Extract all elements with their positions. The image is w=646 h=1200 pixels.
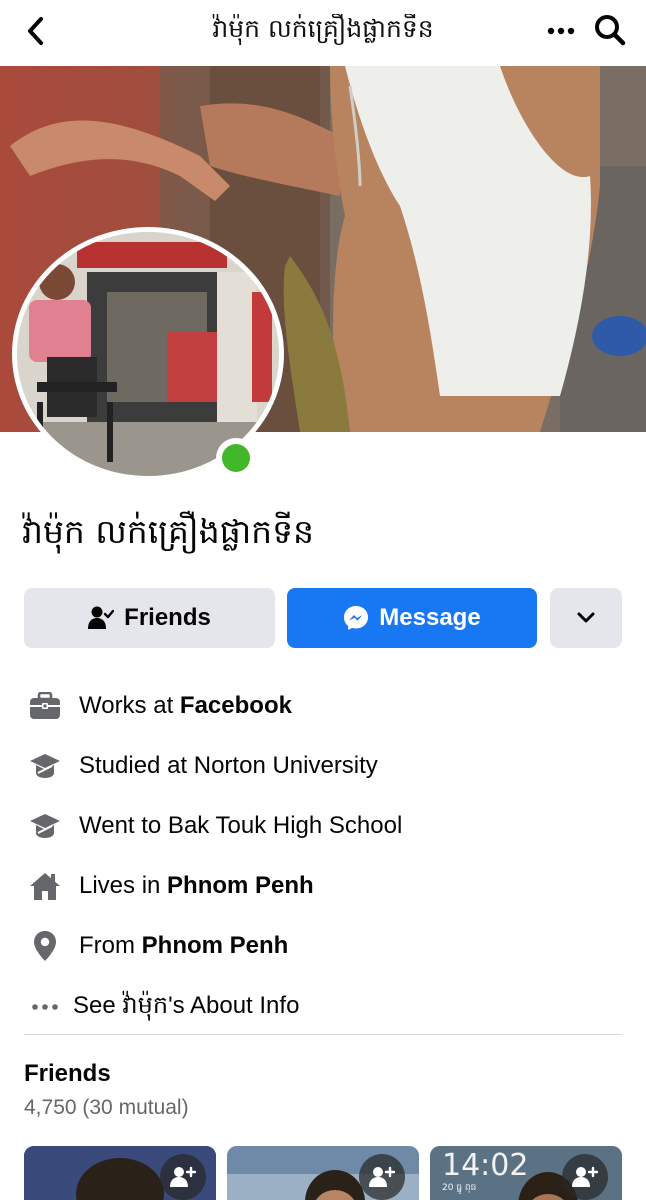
add-friend-icon bbox=[369, 1166, 395, 1187]
more-options-button[interactable] bbox=[546, 16, 576, 46]
friends-button-label: Friends bbox=[124, 604, 211, 631]
graduation-cap-icon bbox=[28, 749, 62, 783]
see-about-info-link[interactable]: See វ៉ាម៉ុក's About Info bbox=[0, 987, 646, 1027]
online-status-indicator bbox=[216, 438, 256, 478]
section-divider bbox=[24, 1034, 622, 1035]
more-horizontal-icon bbox=[28, 990, 62, 1024]
detail-education-university: Studied at Norton University bbox=[0, 746, 646, 786]
detail-education-highschool: Went to Bak Touk High School bbox=[0, 806, 646, 846]
detail-work: Works at Facebook bbox=[0, 686, 646, 726]
top-navigation-bar: វ៉ាម៉ុក លក់គ្រឿងផ្លាកទីន bbox=[0, 0, 646, 66]
lockscreen-date: 20 ធ្នូ ពុធ bbox=[442, 1183, 477, 1193]
back-button[interactable] bbox=[22, 14, 52, 48]
detail-education-highschool-text: Went to Bak Touk High School bbox=[79, 812, 403, 839]
chevron-down-icon bbox=[577, 612, 595, 623]
detail-from-text: From Phnom Penh bbox=[79, 932, 289, 959]
add-friend-button[interactable] bbox=[562, 1154, 608, 1200]
add-friend-icon bbox=[170, 1166, 196, 1187]
detail-lives-in-text: Lives in Phnom Penh bbox=[79, 872, 314, 899]
friends-section-title[interactable]: Friends bbox=[24, 1060, 111, 1088]
message-button[interactable]: Message bbox=[287, 588, 537, 648]
add-friend-icon bbox=[572, 1166, 598, 1187]
friends-count: 4,750 (30 mutual) bbox=[24, 1096, 189, 1119]
profile-name: វ៉ាម៉ុក លក់គ្រឿងផ្លាកទីន bbox=[22, 512, 314, 551]
see-about-info-text: See វ៉ាម៉ុក's About Info bbox=[73, 991, 300, 1019]
briefcase-icon bbox=[28, 689, 62, 723]
friend-check-icon bbox=[88, 606, 115, 630]
detail-work-text: Works at Facebook bbox=[79, 692, 292, 719]
detail-lives-in: Lives in Phnom Penh bbox=[0, 866, 646, 906]
add-friend-button[interactable] bbox=[160, 1154, 206, 1200]
graduation-cap-icon bbox=[28, 809, 62, 843]
friends-button[interactable]: Friends bbox=[24, 588, 275, 648]
detail-from: From Phnom Penh bbox=[0, 926, 646, 966]
message-button-label: Message bbox=[379, 604, 481, 631]
add-friend-button[interactable] bbox=[359, 1154, 405, 1200]
page-title: វ៉ាម៉ុក លក់គ្រឿងផ្លាកទីន bbox=[212, 14, 434, 43]
search-icon bbox=[595, 15, 626, 46]
chevron-left-icon bbox=[28, 17, 43, 45]
lockscreen-time: 14:02 bbox=[442, 1148, 529, 1183]
messenger-icon bbox=[343, 605, 369, 631]
home-icon bbox=[28, 869, 62, 903]
more-actions-button[interactable] bbox=[550, 588, 622, 648]
search-button[interactable] bbox=[592, 12, 628, 48]
location-pin-icon bbox=[28, 929, 62, 963]
friend-card[interactable]: 14:02 20 ធ្នូ ពុធ bbox=[430, 1146, 622, 1200]
friend-card[interactable] bbox=[227, 1146, 419, 1200]
more-horizontal-icon bbox=[547, 27, 575, 35]
friend-card[interactable] bbox=[24, 1146, 216, 1200]
detail-education-university-text: Studied at Norton University bbox=[79, 752, 378, 779]
